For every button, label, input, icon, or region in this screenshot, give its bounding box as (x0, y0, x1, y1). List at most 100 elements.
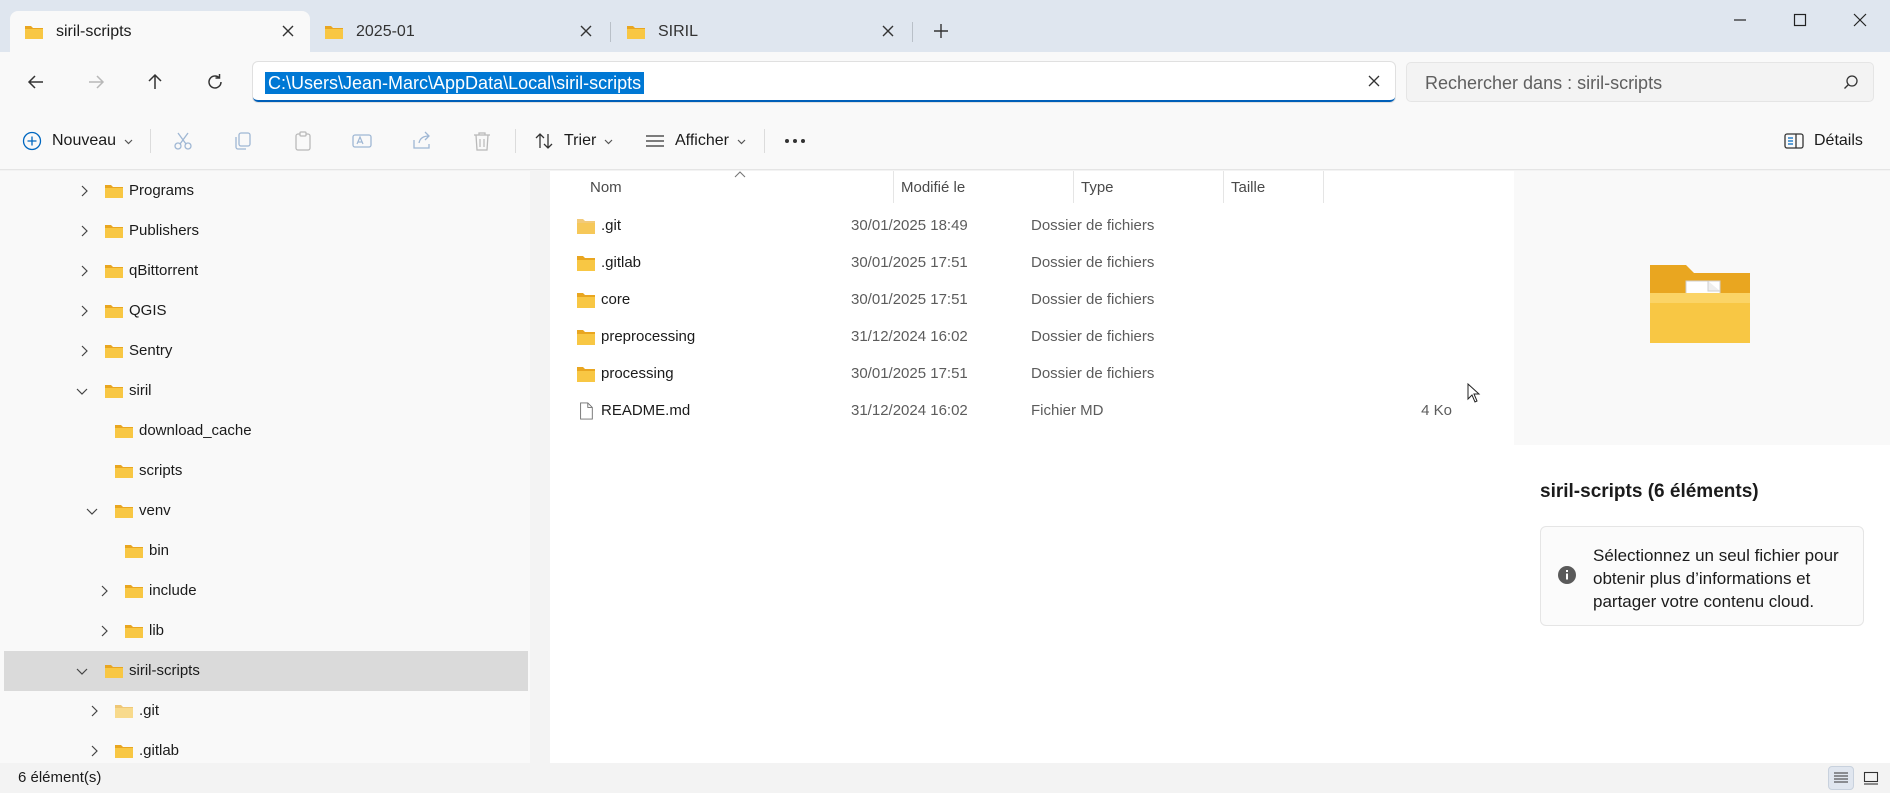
tree-item-selected[interactable]: siril-scripts (4, 651, 528, 691)
cut-button[interactable] (169, 127, 197, 155)
chevron-right-icon[interactable] (98, 585, 110, 597)
tree-item[interactable]: Programs (4, 171, 528, 211)
tree-item[interactable]: QGIS (4, 291, 528, 331)
maximize-button[interactable] (1770, 0, 1830, 40)
close-icon[interactable] (578, 23, 594, 39)
tree-item[interactable]: download_cache (4, 411, 528, 451)
tab-siril[interactable]: SIRIL (612, 11, 910, 52)
chevron-down-icon[interactable] (76, 665, 88, 677)
minimize-button[interactable] (1710, 0, 1770, 40)
tree-label: siril-scripts (129, 662, 200, 679)
close-icon[interactable] (280, 23, 296, 39)
minimize-icon (1734, 19, 1746, 21)
tree-label: scripts (139, 462, 183, 479)
file-list: Nom Modifié le Type Taille .git 30/01/20… (550, 171, 1514, 763)
tree-item[interactable]: .gitlab (4, 731, 528, 763)
column-divider[interactable] (1323, 171, 1324, 203)
view-label: Afficher (675, 132, 729, 149)
sort-button[interactable]: Trier (534, 125, 613, 157)
column-header-name[interactable]: Nom (590, 171, 622, 203)
address-path[interactable]: C:\Users\Jean-Marc\AppData\Local\siril-s… (265, 72, 645, 94)
close-window-button[interactable] (1830, 0, 1890, 40)
folder-icon (105, 345, 123, 358)
folder-icon (105, 305, 123, 318)
file-name: core (601, 291, 631, 308)
tree-item[interactable]: Sentry (4, 331, 528, 371)
tree-item[interactable]: siril (4, 371, 528, 411)
search-icon[interactable] (1843, 74, 1859, 90)
chevron-down-icon[interactable] (76, 385, 88, 397)
column-header-modified[interactable]: Modifié le (901, 171, 965, 203)
maximize-icon (1793, 13, 1807, 27)
view-button[interactable]: Afficher (645, 125, 746, 157)
tab-siril-scripts[interactable]: siril-scripts (10, 11, 310, 52)
rename-icon (352, 134, 372, 148)
tree-label: Programs (129, 182, 195, 199)
details-title: siril-scripts (6 éléments) (1540, 481, 1759, 502)
delete-button[interactable] (468, 127, 496, 155)
new-button[interactable]: Nouveau (22, 125, 133, 157)
file-row[interactable]: preprocessing 31/12/2024 16:02 Dossier d… (570, 318, 1490, 355)
chevron-right-icon[interactable] (88, 745, 100, 757)
file-row[interactable]: core 30/01/2025 17:51 Dossier de fichier… (570, 281, 1490, 318)
details-view-button[interactable] (1828, 766, 1854, 790)
tree-item[interactable]: .git (4, 691, 528, 731)
details-button[interactable]: Détails (1784, 125, 1863, 157)
tree-item[interactable]: Publishers (4, 211, 528, 251)
search-input[interactable]: Rechercher dans : siril-scripts (1406, 62, 1874, 102)
tree-item[interactable]: include (4, 571, 528, 611)
refresh-button[interactable] (198, 65, 232, 99)
tree-item[interactable]: scripts (4, 451, 528, 491)
column-header-type[interactable]: Type (1081, 171, 1114, 203)
chevron-down-icon[interactable] (86, 505, 98, 517)
column-divider[interactable] (1223, 171, 1224, 203)
file-name: preprocessing (601, 328, 696, 345)
folder-icon (105, 225, 123, 238)
copy-button[interactable] (229, 127, 257, 155)
tree-label: .git (139, 702, 160, 719)
share-button[interactable] (408, 127, 436, 155)
rename-button[interactable] (348, 127, 376, 155)
column-divider[interactable] (1073, 171, 1074, 203)
tab-2025-01[interactable]: 2025-01 (310, 11, 608, 52)
chevron-right-icon[interactable] (78, 225, 90, 237)
clear-icon[interactable] (1367, 74, 1381, 88)
toolbar-separator (515, 129, 516, 153)
forward-button[interactable] (79, 65, 113, 99)
chevron-right-icon[interactable] (78, 345, 90, 357)
chevron-right-icon[interactable] (78, 185, 90, 197)
details-label: Détails (1814, 132, 1863, 149)
paste-button[interactable] (289, 127, 317, 155)
chevron-right-icon[interactable] (78, 265, 90, 277)
chevron-right-icon[interactable] (88, 705, 100, 717)
details-pane-icon (1784, 133, 1804, 149)
file-modified: 31/12/2024 16:02 (851, 402, 968, 419)
clipboard-icon (295, 131, 311, 151)
tree-item[interactable]: lib (4, 611, 528, 651)
tiles-view-button[interactable] (1858, 766, 1884, 790)
address-bar[interactable]: C:\Users\Jean-Marc\AppData\Local\siril-s… (253, 62, 1395, 102)
file-type: Fichier MD (1031, 402, 1104, 419)
chevron-right-icon[interactable] (98, 625, 110, 637)
arrow-right-icon (89, 75, 105, 89)
tree-item[interactable]: venv (4, 491, 528, 531)
back-button[interactable] (19, 65, 53, 99)
column-header-size[interactable]: Taille (1231, 171, 1265, 203)
column-divider[interactable] (893, 171, 894, 203)
sort-ascending-icon (734, 171, 746, 178)
chevron-right-icon[interactable] (78, 305, 90, 317)
tree-item[interactable]: bin (4, 531, 528, 571)
file-type: Dossier de fichiers (1031, 254, 1155, 271)
file-row[interactable]: .gitlab 30/01/2025 17:51 Dossier de fich… (570, 244, 1490, 281)
info-card: Sélectionnez un seul fichier pour obteni… (1540, 526, 1864, 626)
up-button[interactable] (138, 65, 172, 99)
folder-icon (115, 425, 133, 438)
file-row[interactable]: README.md 31/12/2024 16:02 Fichier MD 4 … (570, 392, 1490, 429)
tree-item[interactable]: qBittorrent (4, 251, 528, 291)
copy-icon (235, 132, 251, 150)
more-options-button[interactable] (781, 127, 809, 155)
close-icon[interactable] (880, 23, 896, 39)
file-row[interactable]: .git 30/01/2025 18:49 Dossier de fichier… (570, 207, 1490, 244)
new-tab-button[interactable] (928, 18, 954, 44)
file-row[interactable]: processing 30/01/2025 17:51 Dossier de f… (570, 355, 1490, 392)
